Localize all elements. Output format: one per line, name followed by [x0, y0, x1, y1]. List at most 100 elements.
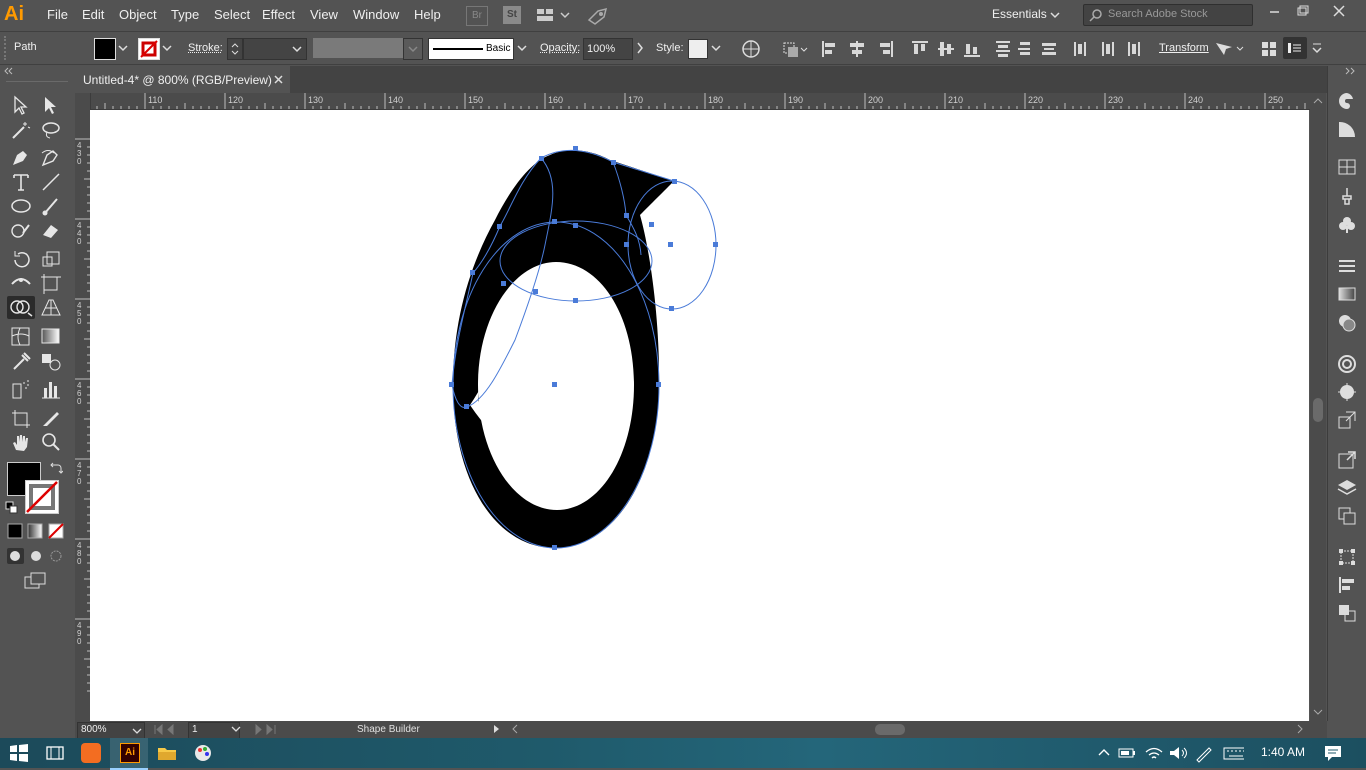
control-menu-icon[interactable] [1310, 39, 1324, 59]
symbols-icon[interactable] [1336, 214, 1358, 236]
shape-builder-tool[interactable] [7, 296, 35, 319]
blend-tool-icon[interactable] [39, 350, 63, 372]
close-icon[interactable] [274, 75, 284, 85]
color-panel-icon[interactable] [1336, 90, 1358, 112]
brushes-icon[interactable] [1336, 185, 1358, 207]
type-tool-icon[interactable] [9, 171, 33, 193]
stroke-panel-icon[interactable] [1336, 255, 1358, 277]
menu-effect[interactable]: Effect [262, 7, 295, 22]
profile-dropdown[interactable] [403, 38, 423, 60]
gpu-performance-button[interactable] [586, 5, 610, 25]
scroll-up-icon[interactable] [1313, 97, 1323, 105]
opacity-field[interactable]: 100% [583, 38, 633, 60]
horizontal-ruler[interactable]: 110 120 130 140 150 160 170 180 190 200 210 220 230 2… [75, 93, 1310, 110]
stock-button[interactable]: St [503, 6, 521, 24]
direct-selection-tool-icon[interactable] [39, 94, 63, 116]
restore-button[interactable] [1286, 1, 1320, 21]
taskbar-app-illustrator[interactable]: Ai [110, 738, 148, 770]
wifi-icon[interactable] [1143, 743, 1165, 763]
menu-edit[interactable]: Edit [82, 7, 104, 22]
artboards-icon[interactable] [1336, 505, 1358, 527]
mesh-tool-icon[interactable] [9, 325, 33, 347]
windows-start-icon[interactable] [8, 743, 30, 763]
document-tab[interactable]: Untitled-4* @ 800% (RGB/Preview) [75, 66, 290, 93]
menu-help[interactable]: Help [414, 7, 441, 22]
variable-width-profile[interactable] [313, 38, 403, 58]
links-export-icon[interactable] [1336, 449, 1358, 471]
shaper-tool-icon[interactable] [9, 219, 33, 241]
magic-wand-tool-icon[interactable] [9, 119, 33, 141]
column-graph-tool-icon[interactable] [39, 378, 63, 400]
stroke-label[interactable]: Stroke: [188, 42, 223, 54]
swap-fill-stroke-icon[interactable] [49, 461, 63, 475]
align-buttons-group[interactable] [820, 39, 1030, 59]
collapse-panel-icon[interactable] [4, 66, 70, 76]
keyboard-icon[interactable] [1222, 743, 1244, 763]
swatches-icon[interactable] [1336, 156, 1358, 178]
vertical-ruler[interactable]: 430440450460470480490 [75, 109, 91, 721]
slice-tool-icon[interactable] [39, 407, 63, 429]
bridge-button[interactable]: Br [466, 6, 488, 26]
distribute-buttons-group[interactable] [1040, 39, 1140, 59]
arrange-documents-button[interactable] [536, 6, 570, 24]
menu-file[interactable]: File [47, 7, 68, 22]
panel-menu-button[interactable] [1283, 37, 1307, 59]
drawing-modes-buttons[interactable] [6, 547, 66, 565]
ellipse-tool-icon[interactable] [9, 195, 33, 217]
screen-mode-icon[interactable] [24, 572, 48, 590]
opacity-label[interactable]: Opacity: [540, 42, 580, 54]
brush-definition[interactable]: Basic [428, 38, 514, 60]
transparency-icon[interactable] [1336, 312, 1358, 334]
stroke-weight-stepper[interactable] [227, 38, 243, 60]
ruler-origin[interactable] [75, 93, 91, 110]
paint-app-icon[interactable] [192, 743, 214, 763]
perspective-grid-tool-icon[interactable] [39, 296, 63, 318]
selection-tool-icon[interactable] [9, 94, 33, 116]
eyedropper-tool-icon[interactable] [9, 350, 33, 372]
pen-tool-icon[interactable] [9, 147, 33, 169]
file-explorer-icon[interactable] [156, 743, 178, 763]
scale-tool-icon[interactable] [39, 248, 63, 270]
menu-type[interactable]: Type [171, 7, 199, 22]
hand-tool-icon[interactable] [9, 431, 33, 453]
filled-ring-shape[interactable] [453, 150, 674, 548]
pen-ink-icon[interactable] [1193, 743, 1215, 763]
vertical-scrollbar[interactable] [1310, 93, 1326, 721]
zoom-field[interactable]: 800% [77, 722, 145, 739]
gradient-tool-icon[interactable] [39, 325, 63, 347]
workspace-switcher[interactable]: Essentials [986, 6, 1066, 24]
artboard-tool-icon[interactable] [9, 407, 33, 429]
curvature-tool-icon[interactable] [39, 147, 63, 169]
color-mode-buttons[interactable] [6, 523, 66, 539]
zoom-tool-icon[interactable] [39, 431, 63, 453]
next-last-artboard-icons[interactable] [253, 724, 283, 735]
close-button[interactable] [1322, 1, 1356, 21]
export-asset-icon[interactable] [1336, 409, 1358, 431]
first-previous-artboard-icons[interactable] [153, 724, 189, 735]
menu-object[interactable]: Object [119, 7, 157, 22]
artboard-canvas[interactable] [90, 110, 1309, 721]
align-to-selection-icon[interactable] [782, 39, 808, 59]
expand-panels-icon[interactable] [1342, 66, 1362, 76]
graphic-styles-icon[interactable] [1336, 381, 1358, 403]
transform-panel-icon[interactable] [1336, 546, 1358, 568]
menu-view[interactable]: View [310, 7, 338, 22]
layers-icon[interactable] [1336, 477, 1358, 499]
chevron-down-icon[interactable] [517, 44, 527, 52]
scroll-left-icon[interactable] [511, 724, 519, 734]
chevron-down-icon[interactable] [118, 44, 128, 52]
pathfinder-icon[interactable] [1336, 602, 1358, 624]
taskbar-clock[interactable]: 1:40 AM [1261, 745, 1305, 759]
chevron-down-icon[interactable] [231, 725, 241, 733]
gradient-panel-icon[interactable] [1336, 283, 1358, 305]
chevron-right-icon[interactable] [636, 42, 644, 54]
free-transform-tool-icon[interactable] [39, 272, 63, 294]
color-guide-icon[interactable] [1336, 118, 1358, 140]
task-view-icon[interactable] [44, 743, 66, 763]
isolate-object-icon[interactable] [1212, 39, 1246, 59]
show-hidden-icons-icon[interactable] [1096, 743, 1118, 763]
appearance-icon[interactable] [1336, 353, 1358, 375]
width-tool-icon[interactable] [9, 272, 33, 294]
stroke-color-box[interactable] [25, 480, 59, 514]
menu-select[interactable]: Select [214, 7, 250, 22]
